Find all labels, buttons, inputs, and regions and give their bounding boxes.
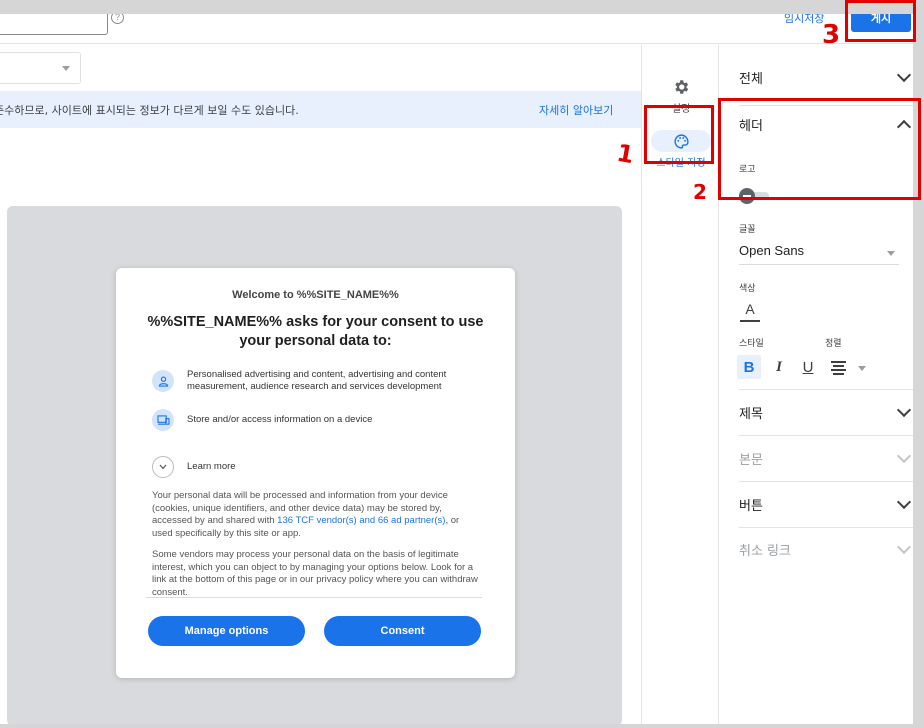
learn-more-label: Learn more: [187, 461, 236, 472]
learn-more-link[interactable]: 자세히 알아보기: [539, 102, 613, 118]
person-icon: [152, 370, 174, 392]
section-cancel-link: 취소 링크: [739, 539, 912, 559]
gear-icon: [642, 78, 720, 98]
info-banner: 준수하므로, 사이트에 표시되는 정보가 다르게 보일 수도 있습니다. 자세히…: [0, 91, 641, 128]
text-color-button[interactable]: A: [740, 300, 760, 322]
color-label: 색상: [739, 284, 756, 294]
section-button-label: 버튼: [739, 499, 763, 514]
section-title[interactable]: 제목: [739, 402, 912, 422]
section-body: 본문: [739, 448, 912, 468]
chevron-down-icon: [896, 448, 912, 464]
chevron-down-icon: [152, 456, 174, 478]
section-button[interactable]: 버튼: [739, 494, 912, 514]
chevron-down-icon: [896, 539, 912, 555]
divider: [739, 481, 913, 482]
consent-button[interactable]: Consent: [324, 616, 481, 646]
annotation-box-publish: [845, 0, 916, 42]
learn-more-toggle[interactable]: Learn more: [152, 456, 487, 478]
bold-button[interactable]: B: [737, 355, 761, 379]
dialog-title: %%SITE_NAME%% asks for your consent to u…: [147, 314, 484, 349]
divider: [739, 389, 913, 390]
section-overall-label: 전체: [739, 72, 763, 87]
help-icon[interactable]: ?: [111, 14, 124, 24]
align-label: 정렬: [825, 339, 842, 349]
purpose-text: Store and/or access information on a dev…: [187, 414, 373, 425]
annotation-mark-3: 3: [822, 20, 841, 50]
dialog-paragraph: Your personal data will be processed and…: [152, 490, 482, 540]
dialog-welcome: Welcome to %%SITE_NAME%%: [232, 289, 399, 301]
chevron-down-icon: [896, 67, 912, 83]
annotation-box-style: [644, 105, 714, 164]
divider: [739, 527, 913, 528]
underline-button[interactable]: U: [796, 355, 820, 379]
message-name-input[interactable]: [0, 14, 108, 35]
consent-dialog: Welcome to %%SITE_NAME%% %%SITE_NAME%% a…: [116, 268, 515, 678]
purpose-item: Personalised advertising and content, ad…: [152, 369, 487, 393]
purpose-text: Personalised advertising and content, ad…: [187, 369, 447, 392]
section-overall[interactable]: 전체: [739, 67, 912, 87]
section-body-label: 본문: [739, 453, 763, 468]
purpose-item: Store and/or access information on a dev…: [152, 409, 487, 431]
preview-select[interactable]: [0, 52, 81, 84]
font-label: 글꼴: [739, 225, 756, 235]
section-cancel-label: 취소 링크: [739, 544, 791, 559]
device-icon: [152, 409, 174, 431]
style-label: 스타일: [739, 339, 764, 349]
annotation-box-header: [718, 98, 921, 200]
caret-down-icon: [62, 66, 70, 71]
vendors-link[interactable]: 136 TCF vendor(s) and 66 ad partner(s): [277, 515, 445, 526]
align-center-icon[interactable]: [831, 361, 846, 375]
chevron-down-icon: [896, 402, 912, 418]
caret-down-icon: [887, 251, 895, 256]
italic-button[interactable]: I: [767, 355, 791, 379]
save-draft-button[interactable]: 임시저장: [784, 14, 824, 26]
section-title-label: 제목: [739, 407, 763, 422]
chevron-down-icon: [896, 494, 912, 510]
top-bar: ? 임시저장 게시: [0, 14, 913, 44]
caret-down-icon[interactable]: [858, 366, 866, 371]
dialog-paragraph: Some vendors may process your personal d…: [152, 549, 478, 598]
font-select[interactable]: Open Sans: [739, 243, 899, 265]
manage-options-button[interactable]: Manage options: [148, 616, 305, 646]
annotation-mark-2: 2: [693, 180, 707, 204]
divider: [739, 435, 913, 436]
font-value: Open Sans: [739, 243, 805, 258]
dialog-divider: [146, 597, 482, 598]
banner-text: 준수하므로, 사이트에 표시되는 정보가 다르게 보일 수도 있습니다.: [0, 104, 299, 117]
